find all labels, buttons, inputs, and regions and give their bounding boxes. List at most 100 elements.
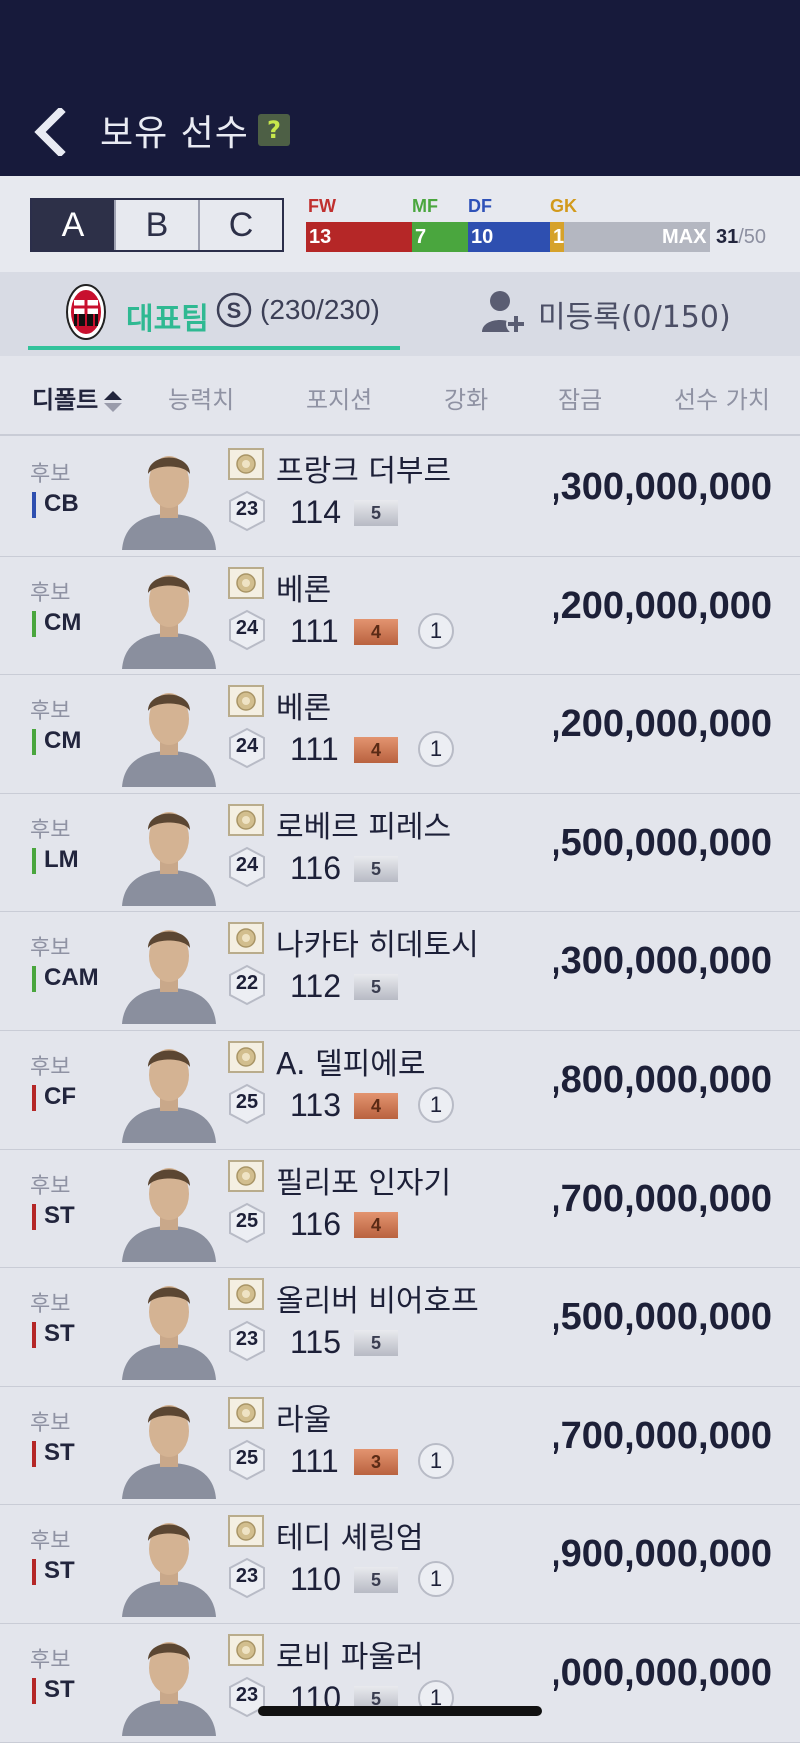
sort-default-label: 디폴트: [32, 386, 99, 414]
fw-count: 13: [306, 222, 412, 252]
player-name: 나카타 히데토시: [276, 928, 479, 964]
sort-default[interactable]: 디폴트: [32, 380, 124, 415]
squad-count: 31/50: [716, 222, 766, 252]
tab-main-team-count: (230/230): [260, 294, 380, 325]
df-label: DF: [468, 196, 492, 216]
season-card-icon: [228, 1278, 264, 1311]
player-name: 베론: [276, 572, 332, 608]
player-age: 24: [235, 853, 259, 876]
player-position: ST: [44, 1320, 75, 1348]
player-status: 후보: [30, 817, 71, 843]
player-photo-icon: [122, 811, 216, 906]
player-photo-icon: [122, 1404, 216, 1499]
player-position: CM: [44, 727, 82, 755]
sort-position[interactable]: 포지션: [306, 380, 372, 415]
player-age: 23: [235, 1565, 259, 1588]
df-count: 10: [468, 222, 550, 252]
add-user-icon: [482, 291, 526, 334]
player-name: 프랑크 더부르: [276, 454, 452, 489]
squad-count-current: 31: [716, 226, 739, 248]
player-age: 25: [235, 1209, 259, 1232]
player-ovr: 115: [290, 1324, 342, 1361]
top-bar: 보유 선수 ?: [0, 0, 800, 176]
sort-ability[interactable]: 능력치: [168, 380, 234, 415]
player-value: 70,800,000,000: [554, 1058, 772, 1101]
player-ovr: 116: [290, 1205, 342, 1242]
player-photo-icon: [122, 456, 216, 550]
player-value: 24,900,000,000: [554, 1533, 772, 1576]
position-color-bar: [32, 1084, 36, 1111]
player-row[interactable]: 후보CM 베론 24 111 41 23,200,000,000: [0, 675, 800, 794]
player-ovr: 113: [290, 1086, 342, 1123]
position-color-bar: [32, 1440, 36, 1467]
back-icon[interactable]: [30, 106, 74, 158]
sort-lock[interactable]: 잠금: [558, 380, 602, 415]
tab-main-team[interactable]: 대표팀 S (230/230): [28, 272, 400, 350]
gk-count: 1: [550, 222, 564, 252]
club-crest-icon: [66, 284, 106, 340]
position-color-bar: [32, 610, 36, 637]
season-card-icon: [228, 685, 264, 718]
squad-tab-c[interactable]: C: [198, 200, 282, 250]
player-ovr: 110: [290, 1561, 342, 1598]
season-card-icon: [228, 1396, 264, 1429]
position-color-bar: [32, 492, 36, 518]
player-value: 23,200,000,000: [554, 703, 772, 746]
player-list: 후보CB프랑크 더부르23114519,300,000,000후보CM베론241…: [0, 438, 800, 1743]
player-age: 24: [235, 735, 259, 758]
player-status: 후보: [30, 1647, 71, 1673]
player-ovr: 111: [290, 731, 339, 768]
player-row[interactable]: 후보ST 필리포 인자기 25 116 4 39,700,000,000: [0, 1149, 800, 1269]
player-position: CAM: [44, 964, 99, 992]
player-position: CM: [44, 608, 82, 636]
player-row[interactable]: 후보CAM 나카타 히데토시 22 112 5 11,300,000,000: [0, 912, 800, 1031]
player-age: 24: [235, 616, 259, 639]
squad-tab-a[interactable]: A: [32, 200, 114, 250]
player-row[interactable]: 후보ST 테디 셰링엄 23 110 51 24,900,000,000: [0, 1505, 800, 1624]
season-card-icon: [228, 566, 264, 599]
trade-count-badge: 1: [418, 731, 454, 768]
sort-enhance[interactable]: 강화: [444, 380, 488, 415]
player-row[interactable]: 후보ST로비 파울러2311051101,000,000,000: [0, 1623, 800, 1743]
player-ovr: 114: [290, 494, 342, 530]
page-title: 보유 선수: [100, 113, 249, 154]
help-button[interactable]: ?: [258, 114, 290, 146]
enhance-badge: 4: [354, 1092, 398, 1119]
player-position: CF: [44, 1082, 76, 1110]
position-count-bar: 13 7 10 1: [306, 222, 710, 252]
squad-tab-b[interactable]: B: [114, 200, 198, 250]
player-status: 후보: [30, 936, 71, 962]
player-row[interactable]: 후보 CB 프랑크 더부르 23 114 5 19,300,000,000: [0, 438, 800, 557]
position-color-bar: [32, 1677, 36, 1704]
player-row[interactable]: 후보CF A. 델피에로 25 113 41 70,800,000,000: [0, 1030, 800, 1150]
player-status: 후보: [30, 1173, 71, 1199]
season-card-icon: [228, 1515, 264, 1548]
player-age: 25: [235, 1090, 259, 1113]
player-status: 후보: [30, 1054, 71, 1080]
position-color-bar: [32, 1203, 36, 1230]
trade-count-badge: 1: [418, 1442, 454, 1479]
player-status: 후보: [30, 1410, 71, 1436]
position-color-bar: [32, 847, 36, 874]
player-photo-icon: [122, 1048, 216, 1143]
position-color-bar: [32, 966, 36, 993]
player-row[interactable]: 후보CM 베론 24 111 41 23,200,000,000: [0, 556, 800, 676]
player-value: 51,500,000,000: [554, 821, 772, 864]
mf-count: 7: [412, 222, 468, 252]
sort-value[interactable]: 선수 가치: [674, 380, 770, 415]
player-row[interactable]: 후보LM 로베르 피레스 24 116 5 51,500,000,000: [0, 793, 800, 913]
player-row[interactable]: 후보ST 올리버 비어호프 23 115 5 29,500,000,000: [0, 1268, 800, 1387]
season-card-icon: [228, 1633, 264, 1666]
home-indicator: [258, 1706, 542, 1716]
player-row[interactable]: 후보ST 라울 25 111 31 20,700,000,000: [0, 1386, 800, 1506]
player-photo-icon: [122, 1286, 216, 1381]
player-name: 로베르 피레스: [276, 809, 452, 845]
player-name: 베론: [276, 691, 332, 727]
trade-count-badge: 1: [418, 1086, 454, 1123]
player-status: 후보: [30, 462, 71, 487]
player-position: ST: [44, 1557, 75, 1585]
squad-selector: A B C: [30, 198, 284, 252]
mf-label: MF: [412, 196, 438, 216]
enhance-badge: 5: [354, 500, 398, 526]
sort-arrow-icon: [104, 391, 123, 412]
